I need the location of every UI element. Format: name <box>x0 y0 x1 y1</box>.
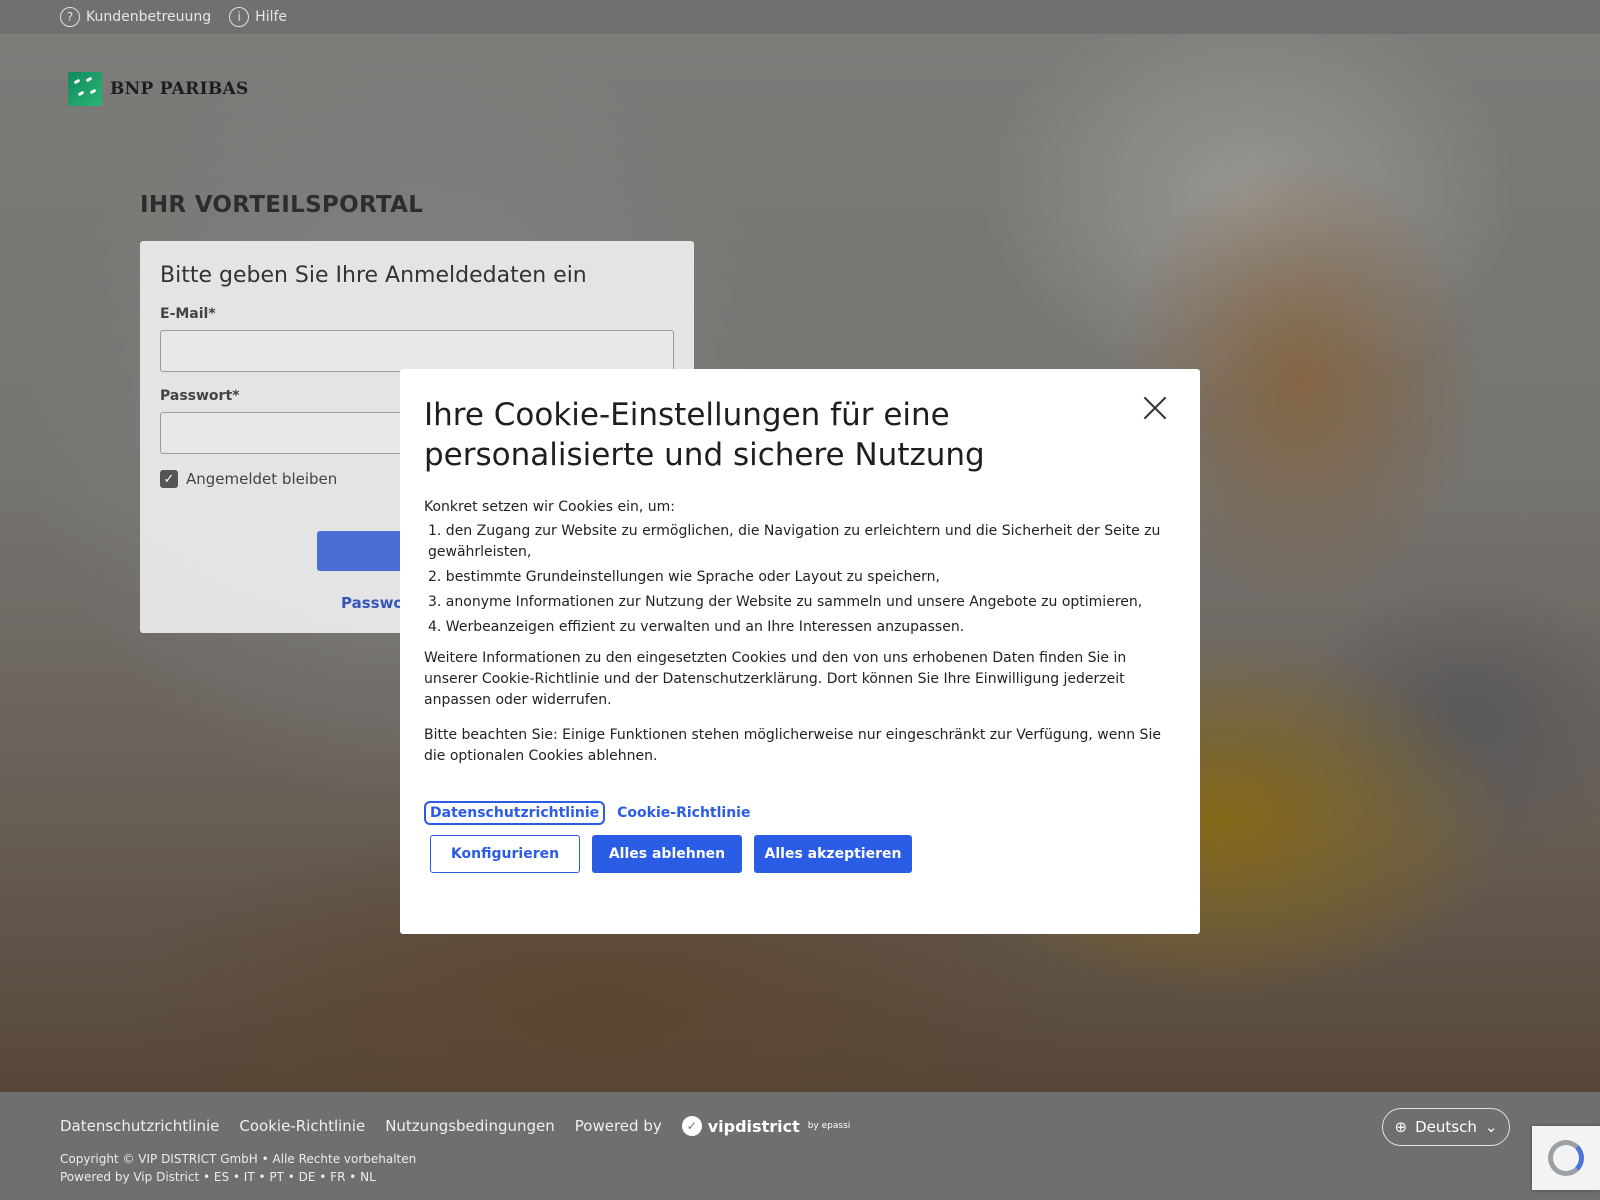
list-item: 3. anonyme Informationen zur Nutzung der… <box>428 594 1143 610</box>
cookie-actions: Konfigurieren Alles ablehnen Alles akzep… <box>424 835 1176 873</box>
brand-logo: BNP PARIBAS <box>68 72 249 106</box>
copyright-block: Copyright © VIP DISTRICT GmbH • Alle Rec… <box>60 1150 1540 1186</box>
globe-icon: ⊕ <box>1394 1118 1408 1136</box>
list-item: 1. den Zugang zur Website zu ermöglichen… <box>428 523 1161 560</box>
cookie-more-info: Weitere Informationen zu den eingesetzte… <box>424 650 1127 708</box>
chevron-down-icon: ⌄ <box>1484 1118 1498 1136</box>
question-icon: ? <box>60 7 80 27</box>
cookie-purpose-list: 1. den Zugang zur Website zu ermöglichen… <box>424 521 1176 638</box>
checkbox-checked-icon[interactable]: ✓ <box>160 470 178 488</box>
reject-all-button[interactable]: Alles ablehnen <box>592 835 742 873</box>
list-item: 4. Werbeanzeigen effizient zu verwalten … <box>428 619 965 635</box>
info-icon: i <box>229 7 250 27</box>
top-bar: ? Kundenbetreuung i Hilfe <box>0 0 1600 34</box>
cookie-modal-title: Ihre Cookie-Einstellungen für eine perso… <box>424 397 985 473</box>
recaptcha-badge[interactable] <box>1532 1126 1600 1190</box>
email-field[interactable] <box>160 330 674 372</box>
vipdistrict-suffix: by epassi <box>807 1121 851 1131</box>
cookie-links: Datenschutzrichtlinie Cookie-Richtlinie <box>424 801 1176 825</box>
cookie-policy-link[interactable]: Cookie-Richtlinie <box>613 803 754 823</box>
cookie-intro: Konkret setzen wir Cookies ein, um: <box>424 499 676 515</box>
help-label: Hilfe <box>255 9 288 25</box>
close-icon[interactable] <box>1142 395 1168 421</box>
portal-title: IHR VORTEILSPORTAL <box>140 192 424 218</box>
powered-by-label: Powered by <box>574 1117 662 1135</box>
footer-cookie-link[interactable]: Cookie-Richtlinie <box>239 1117 365 1135</box>
vipdistrict-logo[interactable]: ✓ vipdistrict by epassi <box>681 1116 851 1136</box>
list-item: 2. bestimmte Grundeinstellungen wie Spra… <box>428 569 940 585</box>
language-select[interactable]: ⊕ Deutsch ⌄ <box>1382 1108 1510 1146</box>
login-heading: Bitte geben Sie Ihre Anmeldedaten ein <box>160 263 587 288</box>
remember-label: Angemeldet bleiben <box>186 470 338 488</box>
footer-terms-link[interactable]: Nutzungsbedingungen <box>385 1117 555 1135</box>
cookie-modal: Ihre Cookie-Einstellungen für eine perso… <box>400 369 1200 934</box>
language-label: Deutsch <box>1415 1118 1477 1136</box>
support-label: Kundenbetreuung <box>86 9 212 25</box>
cookie-modal-body: Konkret setzen wir Cookies ein, um: 1. d… <box>424 497 1176 767</box>
help-link[interactable]: i Hilfe <box>229 7 287 27</box>
accept-all-button[interactable]: Alles akzeptieren <box>754 835 912 873</box>
cookie-note: Bitte beachten Sie: Einige Funktionen st… <box>424 727 1161 764</box>
bnp-stars-icon <box>68 72 102 106</box>
vipdistrict-icon: ✓ <box>681 1116 702 1136</box>
vipdistrict-brand: vipdistrict <box>707 1116 800 1136</box>
copyright-text: Copyright © VIP DISTRICT GmbH • Alle Rec… <box>60 1152 417 1166</box>
email-label: E-Mail* <box>160 306 216 322</box>
configure-button[interactable]: Konfigurieren <box>430 835 580 873</box>
footer: Datenschutzrichtlinie Cookie-Richtlinie … <box>0 1092 1600 1200</box>
support-link[interactable]: ? Kundenbetreuung <box>60 7 211 27</box>
logo-text: BNP PARIBAS <box>110 79 249 99</box>
footer-privacy-link[interactable]: Datenschutzrichtlinie <box>60 1117 219 1135</box>
footer-links: Datenschutzrichtlinie Cookie-Richtlinie … <box>60 1116 1540 1136</box>
recaptcha-icon <box>1548 1140 1584 1176</box>
powered-line: Powered by Vip District • ES • IT • PT •… <box>60 1170 376 1184</box>
privacy-policy-link[interactable]: Datenschutzrichtlinie <box>424 801 606 825</box>
